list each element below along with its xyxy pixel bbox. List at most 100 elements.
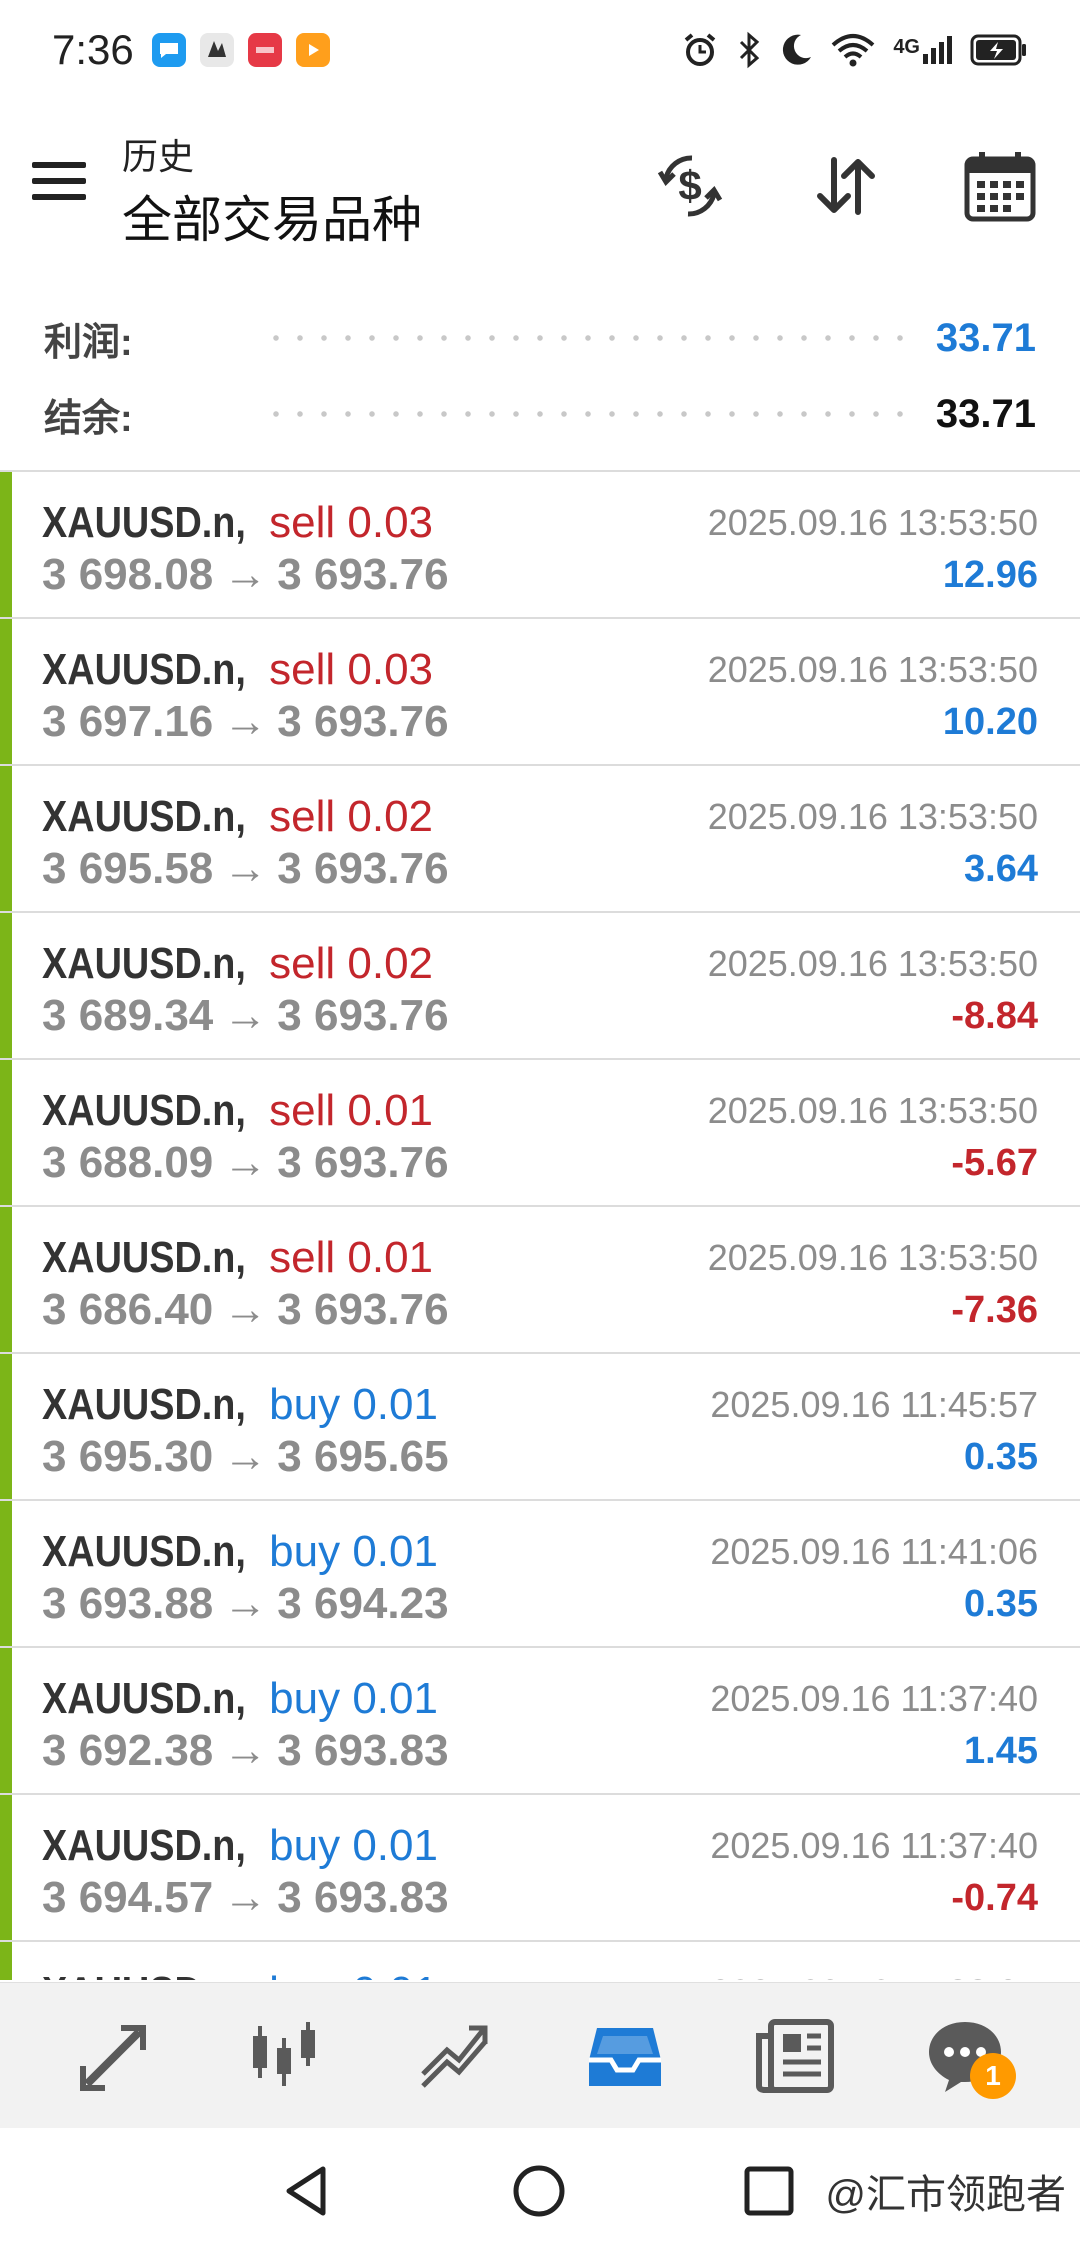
open-price: 3 689.34 [42, 991, 214, 1040]
tab-quotes[interactable] [60, 2001, 170, 2111]
trade-symbol: XAUUSD.n, [42, 498, 246, 547]
tab-chat[interactable]: 1 [910, 2001, 1020, 2111]
trade-row[interactable]: XAUUSD.n, sell 0.01 3 688.09 → 3 693.76 2025.… [0, 1060, 1080, 1207]
trade-row[interactable]: XAUUSD.n, buy 0.01 2025.09.16 11:33:24 [0, 1942, 1080, 1980]
recents-button[interactable] [734, 2156, 804, 2226]
close-price: 3 693.76 [277, 550, 449, 599]
trade-row[interactable]: XAUUSD.n, sell 0.03 3 697.16 → 3 693.76 2025.… [0, 619, 1080, 766]
quotes-icon [80, 2024, 146, 2091]
calendar-button[interactable] [960, 146, 1040, 226]
trade-volume: 0.01 [352, 1968, 438, 1980]
trade-row[interactable]: XAUUSD.n, sell 0.02 3 689.34 → 3 693.76 2025.… [0, 913, 1080, 1060]
trade-row[interactable]: XAUUSD.n, buy 0.01 3 695.30 → 3 695.65 2025.0… [0, 1354, 1080, 1501]
trade-profit: 0.35 [964, 1436, 1038, 1478]
trade-prices: 3 693.88 → 3 694.23 [42, 1579, 449, 1629]
trade-prices: 3 688.09 → 3 693.76 [42, 1138, 449, 1188]
trade-profit: 1.45 [964, 1730, 1038, 1772]
trade-side-volume: buy 0.01 [269, 1968, 438, 1980]
trade-symbol: XAUUSD.n, [42, 645, 246, 694]
balance-label: 结余: [44, 397, 133, 440]
trade-prices: 3 692.38 → 3 693.83 [42, 1726, 449, 1776]
trade-volume: 0.01 [352, 1527, 438, 1576]
close-price: 3 693.76 [277, 991, 449, 1040]
trade-side-volume: sell 0.01 [269, 1233, 433, 1282]
back-icon [286, 2166, 326, 2216]
arrow-right-icon: → [223, 697, 268, 746]
currency-exchange-button[interactable]: $ [650, 146, 730, 226]
video-icon [295, 33, 330, 67]
trade-volume: 0.03 [347, 645, 434, 694]
trade-prices: 3 694.57 → 3 693.83 [42, 1873, 449, 1923]
menu-button[interactable] [30, 158, 90, 208]
trade-row[interactable]: XAUUSD.n, sell 0.01 3 686.40 → 3 693.76 2025.… [0, 1207, 1080, 1354]
4g-signal-icon: 4G [893, 36, 952, 64]
page-title[interactable]: 全部交易品种 [122, 180, 422, 252]
open-price: 3 688.09 [42, 1138, 214, 1187]
open-price: 3 695.30 [42, 1432, 214, 1481]
trade-side-volume: sell 0.01 [269, 1086, 433, 1135]
trade-prices: 3 697.16 → 3 693.76 [42, 697, 449, 747]
sort-button[interactable] [806, 146, 886, 226]
tab-chart[interactable] [230, 2001, 340, 2111]
open-price: 3 693.88 [42, 1579, 214, 1628]
tab-news[interactable] [740, 2001, 850, 2111]
trade-side: buy [269, 1527, 341, 1576]
trade-side: buy [269, 1968, 340, 1980]
trade-title: XAUUSD.n, buy 0.01 [42, 1527, 438, 1577]
history-icon [589, 2027, 661, 2086]
trade-symbol: XAUUSD.n, [42, 1380, 246, 1429]
tab-trade[interactable] [400, 2001, 510, 2111]
trade-row[interactable]: XAUUSD.n, sell 0.03 3 698.08 → 3 693.76 2025.… [0, 472, 1080, 619]
trade-side-volume: buy 0.01 [269, 1527, 438, 1576]
currency-exchange-icon: $ [657, 155, 723, 217]
trade-row[interactable]: XAUUSD.n, buy 0.01 3 692.38 → 3 693.83 2025.0… [0, 1648, 1080, 1795]
trade-profit: -0.74 [951, 1877, 1038, 1919]
trade-time: 2025.09.16 11:45:57 [710, 1384, 1038, 1425]
close-price: 3 693.76 [277, 844, 449, 893]
balance-value: 33.71 [935, 391, 1036, 436]
open-price: 3 692.38 [42, 1726, 214, 1775]
trade-side-volume: buy 0.01 [269, 1380, 438, 1429]
arrow-right-icon: → [223, 991, 268, 1040]
open-price: 3 695.58 [42, 844, 214, 893]
recents-icon [744, 2166, 794, 2216]
trade-side: sell [269, 498, 336, 547]
trade-row[interactable]: XAUUSD.n, buy 0.01 3 694.57 → 3 693.83 2025.0… [0, 1795, 1080, 1942]
trade-profit: 12.96 [942, 554, 1038, 596]
tab-history[interactable] [570, 2001, 680, 2111]
trade-row[interactable]: XAUUSD.n, buy 0.01 3 693.88 → 3 694.23 2025.0… [0, 1501, 1080, 1648]
status-bar: 7:36 4G [0, 0, 1080, 100]
trade-profit: -7.36 [951, 1289, 1038, 1331]
trade-title: XAUUSD.n, sell 0.02 [42, 792, 433, 842]
arrow-right-icon: → [223, 1579, 268, 1628]
game-icon [199, 33, 234, 67]
back-button[interactable] [272, 2156, 342, 2226]
trade-time: 2025.09.16 11:41:06 [710, 1531, 1038, 1572]
arrow-right-icon: → [223, 1432, 268, 1481]
close-price: 3 693.76 [277, 1138, 449, 1187]
home-button[interactable] [504, 2156, 574, 2226]
chat-badge: 1 [970, 2052, 1016, 2099]
trade-side-volume: buy 0.01 [269, 1821, 438, 1870]
trade-side-volume: sell 0.03 [269, 498, 433, 547]
bottom-tab-bar: 1 [0, 1982, 1080, 2128]
close-price: 3 695.65 [277, 1432, 449, 1481]
trade-side: sell [269, 939, 336, 988]
trade-title: XAUUSD.n, sell 0.02 [42, 939, 433, 989]
trade-title: XAUUSD.n, sell 0.01 [42, 1086, 433, 1136]
arrow-right-icon: → [223, 1726, 268, 1775]
trade-row[interactable]: XAUUSD.n, sell 0.02 3 695.58 → 3 693.76 2025.… [0, 766, 1080, 913]
trade-side: sell [269, 1233, 336, 1282]
home-icon [513, 2165, 565, 2217]
trade-profit: -5.67 [951, 1142, 1038, 1184]
status-app-icons [151, 33, 330, 67]
trade-side-volume: sell 0.03 [269, 645, 433, 694]
open-price: 3 694.57 [42, 1873, 214, 1922]
trade-volume: 0.01 [352, 1380, 438, 1429]
trade-prices: 3 686.40 → 3 693.76 [42, 1285, 449, 1335]
close-price: 3 693.76 [277, 697, 449, 746]
trade-volume: 0.01 [352, 1821, 438, 1870]
trade-prices: 3 698.08 → 3 693.76 [42, 550, 449, 600]
trade-prices: 3 689.34 → 3 693.76 [42, 991, 449, 1041]
trade-history-list[interactable]: XAUUSD.n, sell 0.03 3 698.08 → 3 693.76 2025.… [0, 470, 1080, 1980]
